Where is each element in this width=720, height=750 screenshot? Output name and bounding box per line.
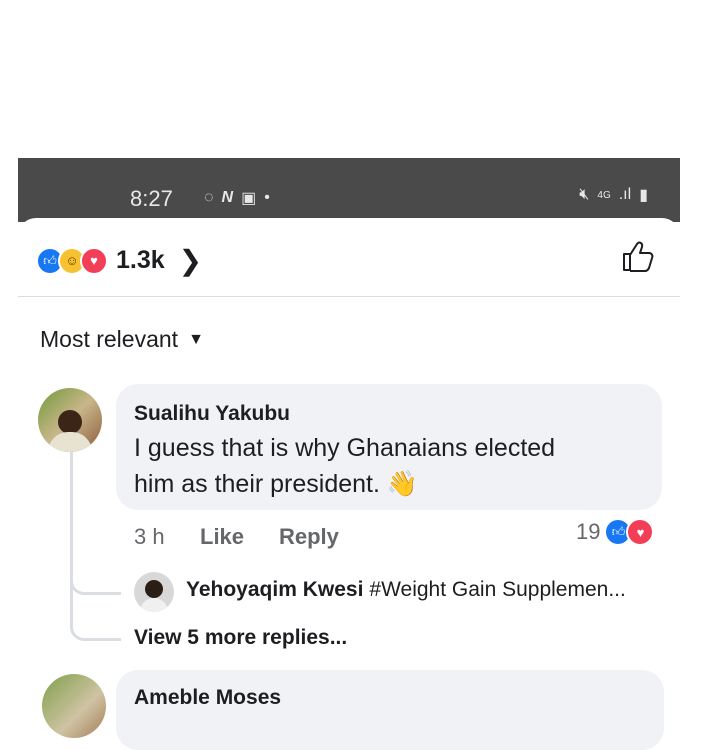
avatar[interactable] (38, 388, 102, 452)
divider (18, 296, 680, 297)
reaction-count: 1.3k (116, 246, 165, 274)
chevron-right-icon: ❯ (178, 245, 203, 276)
status-system-icons: 🔇︎ 4G .ıl ▮ (579, 185, 648, 205)
comment-author[interactable]: Ameble Moses (134, 686, 281, 710)
status-time: 8:27 (130, 186, 173, 211)
reactions-sheet: 👍︎ ☺ ♥ 1.3k ❯ Most relevant ▼ Sualihu Ya… (18, 218, 680, 750)
chevron-down-icon: ▼ (188, 330, 204, 348)
battery-icon: ▮ (639, 187, 648, 204)
sort-label: Most relevant (40, 326, 179, 352)
comment-text: I guess that is why Ghanaians elected hi… (134, 430, 555, 502)
thread-connector (70, 582, 121, 641)
image-icon: ▣ (241, 190, 257, 207)
avatar[interactable] (134, 572, 174, 612)
dot-icon: • (264, 189, 270, 206)
waving-hand-emoji: 👋 (386, 470, 419, 498)
status-notification-icons: ◌ N ▣ • (204, 188, 270, 208)
comment-bubble: Ameble Moses (116, 670, 664, 750)
view-more-replies-link[interactable]: View 5 more replies... (134, 626, 347, 650)
signal-icon: .ıl (618, 186, 632, 203)
comment-author[interactable]: Sualihu Yakubu (134, 402, 290, 426)
like-comment-button[interactable]: Like (200, 524, 244, 550)
comment-text-line: him as their president. 👋 (134, 466, 555, 502)
reply-comment-button[interactable]: Reply (279, 524, 339, 550)
comment-time: 3 h (134, 524, 165, 549)
comment-reaction-count: 19 (576, 519, 601, 544)
reply-author: Yehoyaqim Kwesi (186, 578, 364, 601)
thread-line (70, 452, 73, 586)
whatsapp-icon: ◌ (204, 189, 214, 206)
love-reaction-icon: ♥ (626, 518, 655, 546)
comment-reactions[interactable]: 19 👍︎ ♥ (576, 518, 655, 546)
comment-bubble: Sualihu Yakubu I guess that is why Ghana… (116, 384, 662, 510)
love-reaction-icon: ♥ (80, 246, 108, 275)
network-type: 4G (597, 189, 611, 201)
avatar[interactable] (42, 674, 106, 738)
reactions-summary[interactable]: 👍︎ ☺ ♥ 1.3k ❯ (36, 244, 202, 277)
reply-text: #Weight Gain Supplemen... (369, 578, 626, 601)
comment-text-line-2: him as their president. (134, 470, 380, 498)
reply-preview[interactable]: Yehoyaqim Kwesi #Weight Gain Supplemen..… (186, 578, 626, 602)
sort-dropdown[interactable]: Most relevant ▼ (40, 326, 204, 353)
mute-icon: 🔇︎ (579, 186, 590, 203)
like-button[interactable] (620, 238, 656, 274)
news-icon: N (221, 189, 234, 206)
status-bar: 8:27 ◌ N ▣ • 🔇︎ 4G .ıl ▮ (18, 158, 680, 222)
comment-text-line: I guess that is why Ghanaians elected (134, 434, 556, 462)
